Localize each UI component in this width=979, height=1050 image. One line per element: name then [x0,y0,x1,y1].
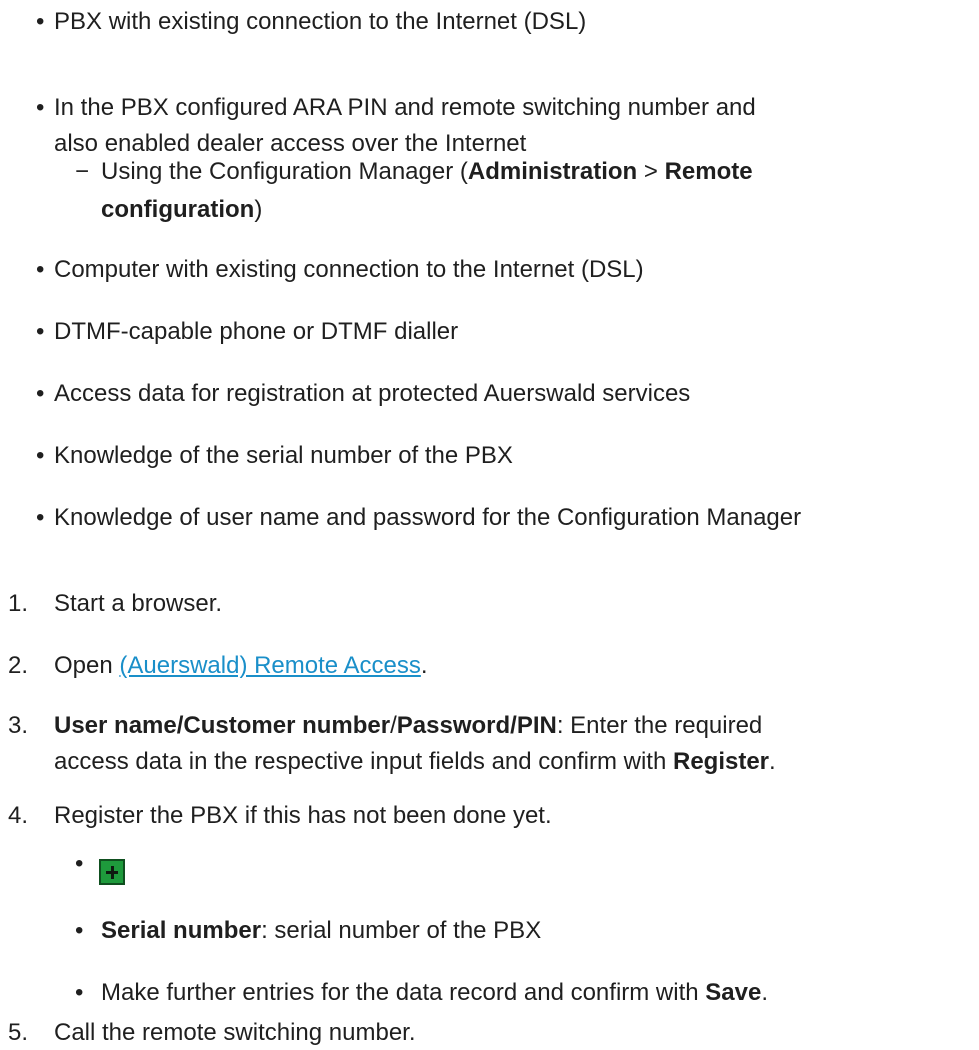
sub-step-end: . [761,979,769,1006]
plus-icon[interactable] [99,859,125,885]
menu-configuration: configuration [101,196,255,223]
field-password: Password/PIN [396,712,557,739]
requirement-item: Knowledge of user name and password for … [54,504,802,531]
requirement-item: Computer with existing connection to the… [54,256,644,283]
bullet: • [36,442,45,469]
save-button-label: Save [705,979,762,1006]
bullet: • [36,94,45,121]
requirement-item: Access data for registration at protecte… [54,380,691,407]
bullet: • [36,8,45,35]
step-text-part: access data in the respective input fiel… [54,748,673,775]
remote-access-link[interactable]: (Auerswald) Remote Access [119,652,420,679]
dash: − [75,158,90,185]
sub-text: Using the Configuration Manager ( [101,158,468,185]
step-number: 5. [8,1019,29,1046]
menu-remote: Remote [664,158,753,185]
step-text: User name/Customer number/Password/PIN: … [54,709,762,743]
step-number: 3. [8,712,29,739]
menu-administration: Administration [467,158,638,185]
bullet: • [36,318,45,345]
sub-text-end: ) [254,196,263,223]
requirement-item: DTMF-capable phone or DTMF dialler [54,318,459,345]
step-text: Register the PBX if this has not been do… [54,802,552,829]
step-number: 4. [8,802,29,829]
bullet: • [36,504,45,531]
step-text: Open (Auerswald) Remote Access. [54,649,428,683]
step-text-end: . [769,748,776,775]
requirement-item: In the PBX configured ARA PIN and remote… [54,94,756,121]
sub-step: Serial number: serial number of the PBX [101,914,541,948]
slash: / [390,712,397,739]
requirement-item: PBX with existing connection to the Inte… [54,8,587,35]
step-text: Call the remote switching number. [54,1019,416,1046]
bullet: • [75,917,84,944]
sub-requirement-cont: configuration) [101,193,262,227]
requirement-item: Knowledge of the serial number of the PB… [54,442,513,469]
register-button-label: Register [672,748,770,775]
step-suffix: . [420,652,428,679]
sub-requirement: Using the Configuration Manager (Adminis… [101,155,753,189]
document-page: • PBX with existing connection to the In… [0,0,979,1046]
serial-number-label: Serial number [101,917,262,944]
bullet: • [75,850,84,877]
bullet: • [36,380,45,407]
field-username: User name/Customer number [54,712,391,739]
step-number: 1. [8,590,29,617]
sub-step: Make further entries for the data record… [101,976,768,1010]
step-text-part: : Enter the required [556,712,763,739]
step-prefix: Open [54,652,120,679]
step-text: Start a browser. [54,590,223,617]
menu-separator: > [637,158,665,185]
step-number: 2. [8,652,29,679]
bullet: • [75,979,84,1006]
sub-step-text: Make further entries for the data record… [101,979,706,1006]
bullet: • [36,256,45,283]
step-text-cont: access data in the respective input fiel… [54,745,776,779]
sub-step-text: : serial number of the PBX [261,917,542,944]
